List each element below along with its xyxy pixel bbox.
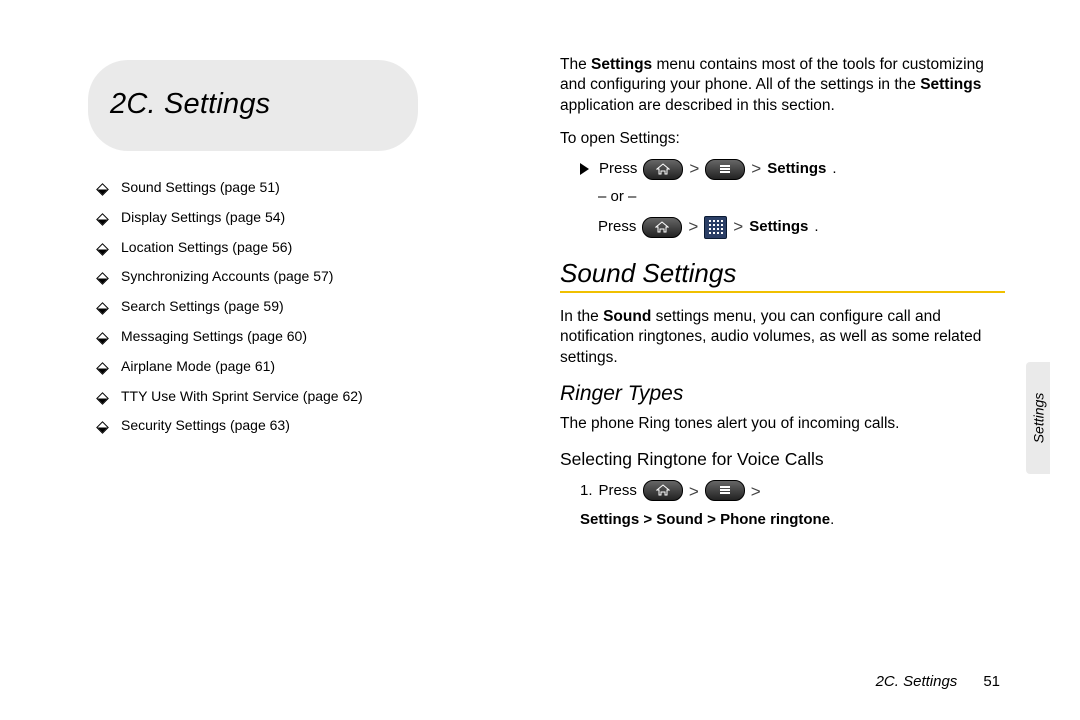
procedure-label: To open Settings: [560, 130, 1005, 148]
text: application are described in this sectio… [560, 97, 835, 114]
text: In the [560, 308, 603, 325]
procedure-line: Press > > Settings. [580, 156, 1005, 182]
path-settings: Settings [580, 511, 639, 528]
toc-item: Location Settings (page 56) [98, 239, 508, 256]
press-label: Press [598, 216, 636, 239]
greater-than-icon: > [751, 156, 761, 182]
path-sep: > [643, 511, 652, 528]
table-of-contents: Sound Settings (page 51) Display Setting… [98, 179, 508, 434]
text: The [560, 56, 591, 73]
greater-than-icon: > [733, 214, 743, 240]
menu-key-icon [705, 159, 745, 180]
diamond-bullet-icon [96, 392, 109, 405]
page-number: 51 [983, 673, 1000, 690]
sound-intro-paragraph: In the Sound settings menu, you can conf… [560, 307, 1005, 368]
path-sep: > [707, 511, 716, 528]
toc-label: Airplane Mode (page 61) [121, 358, 275, 375]
toc-item: TTY Use With Sprint Service (page 62) [98, 388, 508, 405]
toc-item: Search Settings (page 59) [98, 298, 508, 315]
left-column: 2C. Settings Sound Settings (page 51) Di… [88, 60, 508, 447]
diamond-bullet-icon [96, 213, 109, 226]
intro-paragraph: The Settings menu contains most of the t… [560, 55, 1005, 116]
diamond-bullet-icon [96, 302, 109, 315]
apps-grid-icon [704, 216, 727, 239]
toc-item: Sound Settings (page 51) [98, 179, 508, 196]
period: . [830, 511, 834, 528]
period: . [832, 158, 836, 181]
toc-label: Messaging Settings (page 60) [121, 328, 307, 345]
toc-label: Sound Settings (page 51) [121, 179, 280, 196]
diamond-bullet-icon [96, 422, 109, 435]
chapter-title: 2C. Settings [110, 88, 388, 121]
greater-than-icon: > [751, 480, 761, 504]
diamond-bullet-icon [96, 332, 109, 345]
press-label: Press [599, 158, 637, 181]
side-tab: Settings [1026, 362, 1050, 474]
numbered-step: 1. Press > > Settings > Sound > Phone ri… [580, 480, 1005, 531]
period: . [814, 216, 818, 239]
toc-label: Security Settings (page 63) [121, 417, 290, 434]
step-marker-icon [580, 163, 589, 175]
toc-item: Synchronizing Accounts (page 57) [98, 268, 508, 285]
home-key-icon [642, 217, 682, 238]
heading-ringer-types: Ringer Types [560, 382, 1005, 406]
greater-than-icon: > [689, 480, 699, 504]
ringer-body: The phone Ring tones alert you of incomi… [560, 414, 1005, 434]
press-label: Press [599, 480, 637, 501]
greater-than-icon: > [689, 156, 699, 182]
toc-label: TTY Use With Sprint Service (page 62) [121, 388, 363, 405]
diamond-bullet-icon [96, 243, 109, 256]
text-bold: Sound [603, 308, 651, 325]
path-phone-ringtone: Phone ringtone [720, 511, 830, 528]
toc-item: Messaging Settings (page 60) [98, 328, 508, 345]
diamond-bullet-icon [96, 273, 109, 286]
step-number: 1. [580, 480, 593, 501]
toc-label: Location Settings (page 56) [121, 239, 292, 256]
step-line: 1. Press > > Settings > Sound > Phone ri… [580, 480, 1005, 531]
heading-select-ringtone: Selecting Ringtone for Voice Calls [560, 449, 1005, 470]
toc-item: Security Settings (page 63) [98, 417, 508, 434]
page-footer: 2C. Settings 51 [876, 673, 1000, 690]
heading-sound-settings: Sound Settings [560, 258, 1005, 289]
menu-key-icon [705, 480, 745, 501]
greater-than-icon: > [688, 214, 698, 240]
toc-label: Synchronizing Accounts (page 57) [121, 268, 333, 285]
text-bold: Settings [591, 56, 652, 73]
diamond-bullet-icon [96, 183, 109, 196]
path-sound: Sound [656, 511, 703, 528]
home-key-icon [643, 159, 683, 180]
side-tab-label: Settings [1030, 393, 1046, 444]
manual-page: 2C. Settings Sound Settings (page 51) Di… [0, 0, 1080, 720]
toc-item: Airplane Mode (page 61) [98, 358, 508, 375]
right-column: The Settings menu contains most of the t… [560, 55, 1005, 530]
footer-chapter: 2C. Settings [876, 673, 958, 690]
toc-label: Search Settings (page 59) [121, 298, 284, 315]
procedure-line: Press > > Settings. [598, 214, 1005, 240]
home-key-icon [643, 480, 683, 501]
heading-rule [560, 291, 1005, 293]
diamond-bullet-icon [96, 362, 109, 375]
settings-label: Settings [749, 216, 808, 239]
open-settings-procedure: Press > > Settings. – or – Press > [580, 156, 1005, 240]
or-label: – or – [598, 186, 1005, 209]
toc-label: Display Settings (page 54) [121, 209, 285, 226]
settings-label: Settings [767, 158, 826, 181]
chapter-heading-tab: 2C. Settings [88, 60, 418, 151]
toc-item: Display Settings (page 54) [98, 209, 508, 226]
text-bold: Settings [920, 76, 981, 93]
